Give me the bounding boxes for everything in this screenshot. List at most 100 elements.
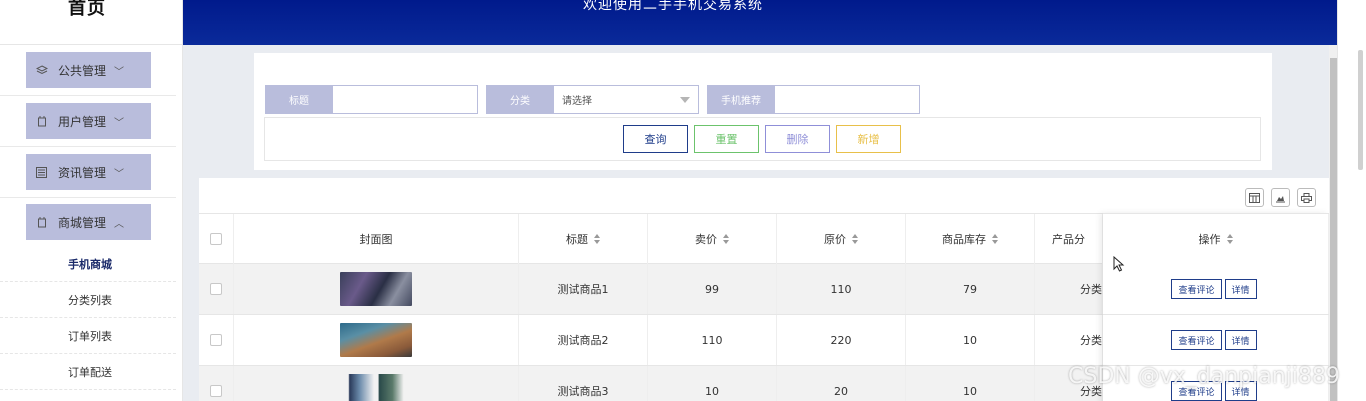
col-title[interactable]: 标题 [519, 214, 648, 264]
table-row[interactable]: 测试商品1 99 110 79 分类 查看评论 详情 [199, 264, 1329, 315]
menu-group-news: 资讯管理 ﹀ [0, 147, 176, 198]
title-cell: 测试商品1 [519, 264, 648, 314]
stock-cell: 79 [906, 264, 1035, 314]
add-button[interactable]: 新增 [836, 125, 901, 153]
recommend-field: 手机推荐 [707, 85, 920, 114]
button-row: 查询 重置 删除 新增 [264, 117, 1261, 161]
col-cover-label: 封面图 [359, 233, 393, 246]
title-label: 标题 [265, 85, 333, 114]
detail-button[interactable]: 详情 [1224, 330, 1257, 350]
shop-icon [35, 216, 48, 229]
col-title-label: 标题 [566, 233, 588, 246]
row-select-cell [199, 264, 234, 314]
col-price-label: 卖价 [695, 233, 717, 246]
col-cover: 封面图 [234, 214, 519, 264]
price-cell: 99 [648, 264, 777, 314]
recommend-input[interactable] [775, 85, 920, 114]
product-image[interactable] [340, 323, 412, 357]
row-checkbox[interactable] [210, 385, 222, 397]
stock-cell: 10 [906, 366, 1035, 401]
stock-cell: 10 [906, 315, 1035, 365]
category-field: 分类 请选择 [486, 85, 699, 114]
recommend-label: 手机推荐 [707, 85, 775, 114]
sort-icon[interactable] [992, 233, 998, 245]
menu-news[interactable]: 资讯管理 ﹀ [26, 154, 151, 190]
row-checkbox[interactable] [210, 334, 222, 346]
brand[interactable]: 首页 [0, 0, 183, 45]
original-price-cell: 220 [777, 315, 906, 365]
product-image[interactable] [343, 374, 409, 401]
col-original[interactable]: 原价 [777, 214, 906, 264]
title-cell: 测试商品2 [519, 315, 648, 365]
menu-public[interactable]: 公共管理 ﹀ [26, 52, 151, 88]
reset-button[interactable]: 重置 [694, 125, 759, 153]
brand-title: 首页 [68, 0, 106, 19]
menu-users-label: 用户管理 [58, 114, 107, 129]
menu-group-users: 用户管理 ﹀ [0, 96, 176, 147]
layers-icon [35, 64, 48, 77]
title-field: 标题 [265, 85, 478, 114]
menu-group-shop: 商城管理 ︿ [0, 198, 176, 248]
query-button[interactable]: 查询 [623, 125, 688, 153]
menu-shop-label: 商城管理 [58, 215, 107, 230]
category-select[interactable]: 请选择 [554, 85, 699, 114]
sort-icon[interactable] [594, 233, 600, 245]
chevron-up-icon: ︿ [114, 218, 125, 230]
header-title: 欢迎使用二手手机交易系统 [583, 0, 763, 13]
menu-news-label: 资讯管理 [58, 165, 107, 180]
col-category: 产品分 [1035, 214, 1103, 264]
product-image[interactable] [340, 272, 412, 306]
title-input[interactable] [333, 85, 478, 114]
original-price-cell: 20 [777, 366, 906, 401]
col-category-label: 产品分 [1052, 233, 1085, 246]
submenu-order-delivery[interactable]: 订单配送 [0, 354, 176, 390]
dropdown-arrow-icon [680, 96, 690, 103]
chevron-down-icon: ﹀ [114, 117, 125, 129]
view-comments-button[interactable]: 查看评论 [1171, 279, 1222, 299]
print-icon[interactable] [1297, 188, 1316, 207]
price-cell: 110 [648, 315, 777, 365]
main-content: 标题 分类 请选择 手机推荐 查询 重置 删除 新增 封面图 标题 卖价 原价 … [183, 45, 1329, 401]
right-edge-pane [1337, 0, 1366, 401]
cover-cell [234, 315, 519, 365]
detail-button[interactable]: 详情 [1224, 279, 1257, 299]
col-original-label: 原价 [824, 233, 846, 246]
original-price-cell: 110 [777, 264, 906, 314]
col-stock[interactable]: 商品库存 [906, 214, 1035, 264]
header: 欢迎使用二手手机交易系统 [183, 0, 1366, 45]
chevron-down-icon: ﹀ [114, 66, 125, 78]
row-select-cell [199, 366, 234, 401]
row-checkbox[interactable] [210, 283, 222, 295]
submenu-order-list[interactable]: 订单列表 [0, 318, 176, 354]
view-comments-button[interactable]: 查看评论 [1171, 330, 1222, 350]
cover-cell [234, 264, 519, 314]
news-icon [35, 166, 48, 179]
sort-icon[interactable] [1226, 233, 1233, 245]
menu-shop[interactable]: 商城管理 ︿ [26, 204, 151, 240]
submenu-category-list[interactable]: 分类列表 [0, 282, 176, 318]
export-icon[interactable] [1271, 188, 1290, 207]
mouse-cursor-icon [1113, 256, 1125, 272]
outer-scrollbar-thumb[interactable] [1358, 50, 1363, 170]
category-cell: 分类 [1035, 315, 1103, 365]
menu-users[interactable]: 用户管理 ﹀ [26, 103, 151, 139]
vertical-scrollbar-thumb[interactable] [1330, 58, 1337, 401]
table-row[interactable]: 测试商品2 110 220 10 分类 查看评论 详情 [199, 315, 1329, 366]
col-price[interactable]: 卖价 [648, 214, 777, 264]
price-cell: 10 [648, 366, 777, 401]
row-select-cell [199, 315, 234, 365]
search-panel: 标题 分类 请选择 手机推荐 查询 重置 删除 新增 [254, 53, 1272, 170]
col-actions-label: 操作 [1198, 233, 1221, 246]
watermark: CSDN @vx_danpianji889 [1068, 364, 1340, 389]
menu-public-label: 公共管理 [58, 63, 107, 78]
submenu-phone-mall[interactable]: 手机商城 [0, 246, 176, 282]
columns-filter-icon[interactable] [1245, 188, 1264, 207]
delete-button[interactable]: 删除 [765, 125, 830, 153]
category-label: 分类 [486, 85, 554, 114]
sort-icon[interactable] [723, 233, 729, 245]
category-select-value: 请选择 [562, 96, 592, 107]
select-all-checkbox[interactable] [210, 233, 222, 245]
title-cell: 测试商品3 [519, 366, 648, 401]
col-actions[interactable]: 操作 [1103, 214, 1329, 264]
sort-icon[interactable] [852, 233, 858, 245]
